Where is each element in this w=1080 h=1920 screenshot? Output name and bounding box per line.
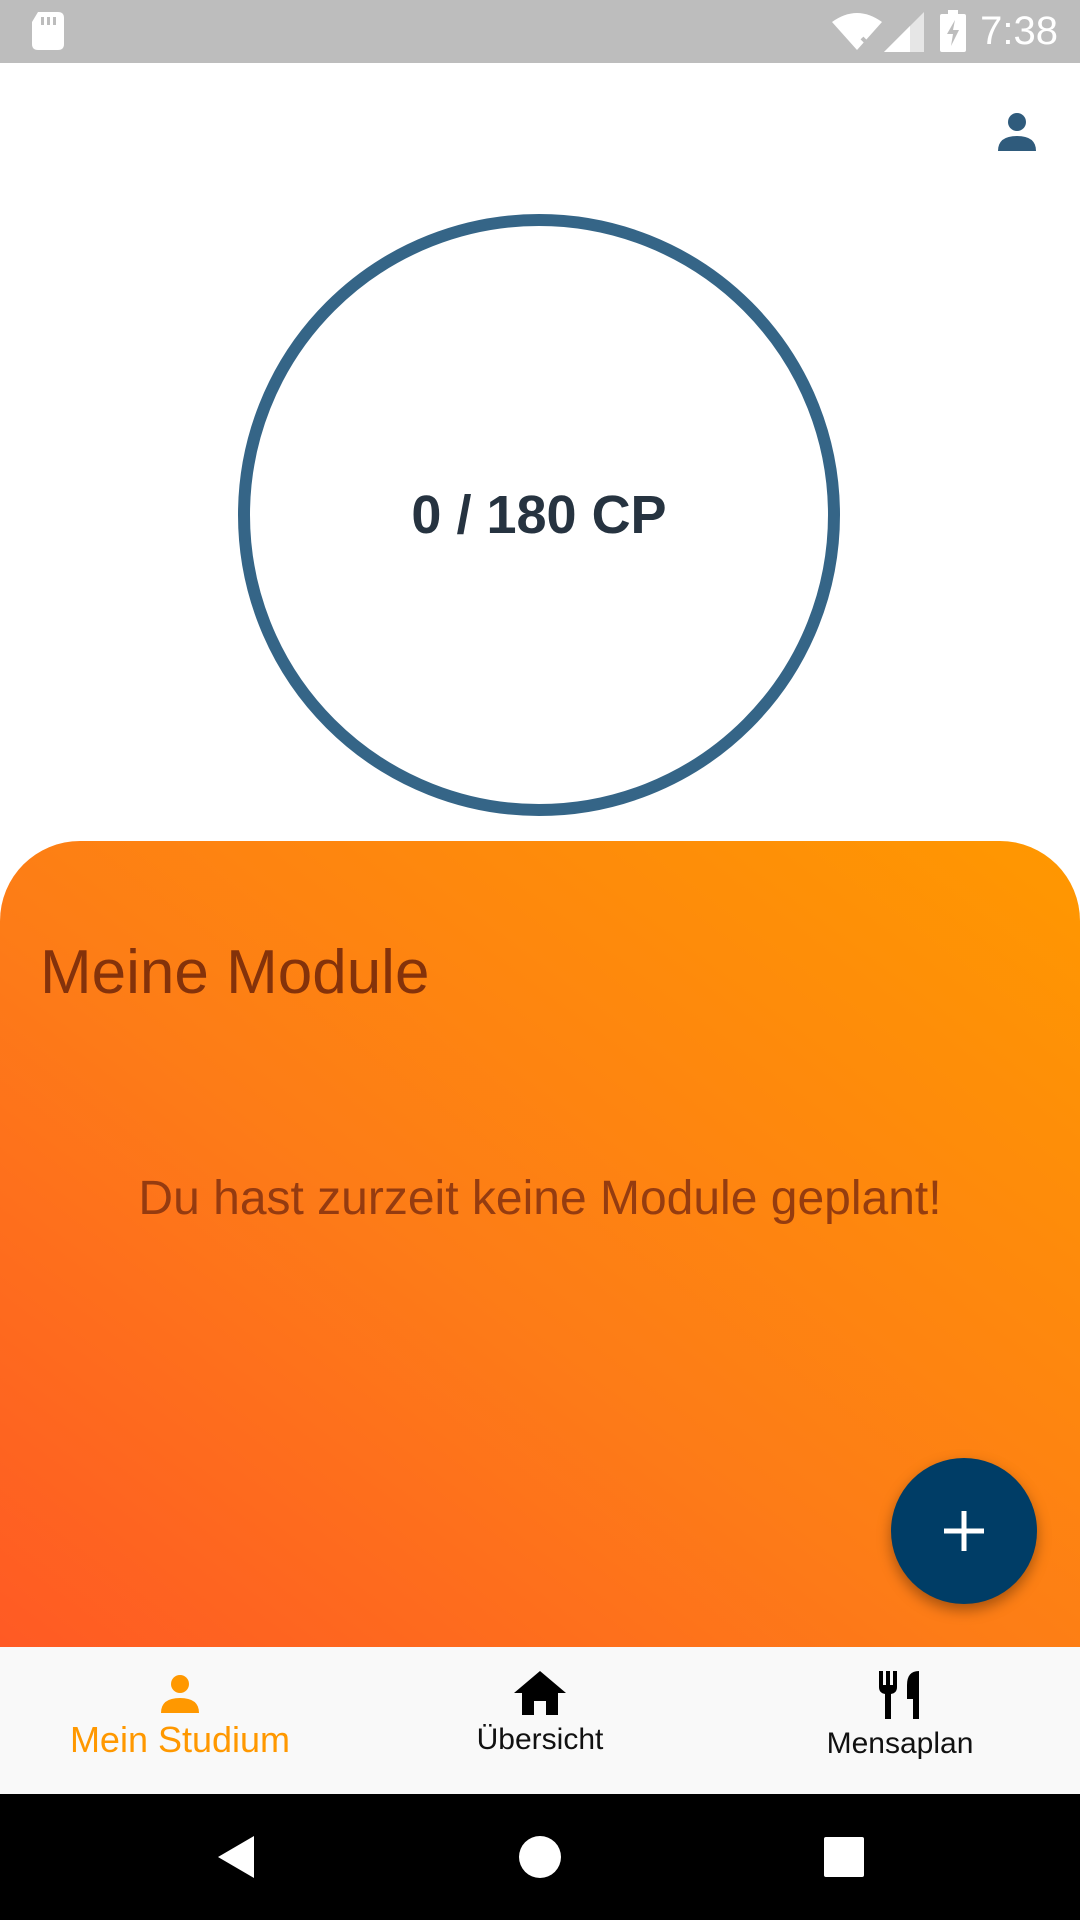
status-bar: 7:38 bbox=[0, 0, 1080, 63]
home-circle-icon[interactable] bbox=[519, 1836, 561, 1878]
credit-progress: 0 / 180 CP bbox=[236, 212, 842, 818]
system-navigation-bar bbox=[0, 1794, 1080, 1920]
cell-signal-icon bbox=[884, 12, 924, 52]
back-icon[interactable] bbox=[214, 1834, 258, 1880]
credit-progress-label: 0 / 180 CP bbox=[411, 485, 667, 545]
nav-label-mein-studium: Mein Studium bbox=[69, 1719, 291, 1760]
home-icon bbox=[514, 1671, 566, 1715]
person-icon bbox=[161, 1675, 199, 1713]
plus-icon bbox=[944, 1511, 984, 1551]
nav-item-mensaplan[interactable]: Mensaplan bbox=[720, 1647, 1080, 1794]
add-module-button[interactable] bbox=[891, 1458, 1037, 1604]
clock: 7:38 bbox=[980, 9, 1058, 53]
nav-item-uebersicht[interactable]: Übersicht bbox=[360, 1647, 720, 1794]
nav-item-mein-studium[interactable]: Mein Studium bbox=[0, 1647, 360, 1794]
modules-title: Meine Module bbox=[40, 938, 430, 1007]
profile-button[interactable] bbox=[982, 96, 1052, 166]
person-icon bbox=[998, 113, 1036, 151]
sd-card-icon bbox=[32, 12, 64, 50]
restaurant-icon bbox=[879, 1671, 919, 1719]
recents-icon[interactable] bbox=[824, 1837, 864, 1877]
app-screen: 7:38 0 / 180 CP Meine Module Du hast zur… bbox=[0, 0, 1080, 1920]
nav-label-uebersicht: Übersicht bbox=[476, 1723, 604, 1756]
battery-charging-icon bbox=[940, 10, 966, 52]
wifi-off-icon bbox=[832, 13, 882, 50]
empty-modules-message: Du hast zurzeit keine Module geplant! bbox=[138, 1172, 942, 1225]
bottom-navigation: Mein Studium Übersicht Mensaplan bbox=[0, 1647, 1080, 1794]
nav-label-mensaplan: Mensaplan bbox=[826, 1727, 974, 1760]
